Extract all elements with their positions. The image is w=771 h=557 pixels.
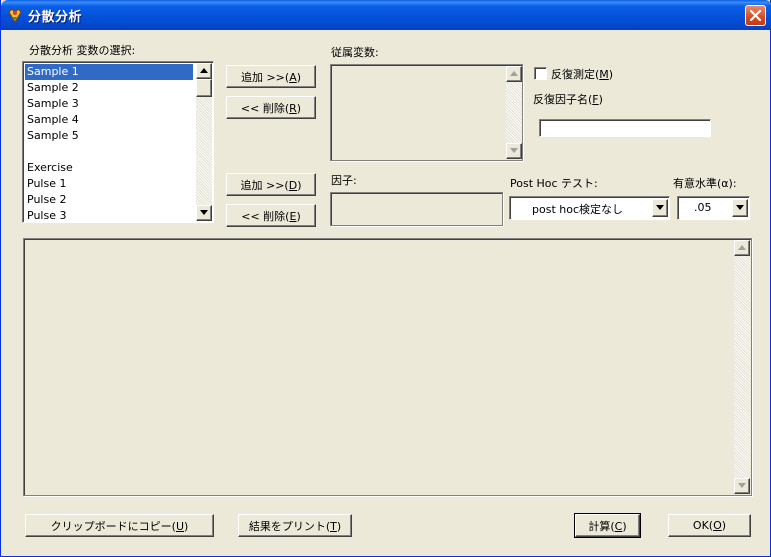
repeated-factor-name-label: 反復因子名(F) — [533, 93, 603, 106]
dependent-label: 従属変数: — [331, 46, 379, 59]
variable-list-scrollbar[interactable] — [196, 63, 212, 221]
remove-factor-button[interactable]: << 削除(E) — [226, 204, 316, 227]
scroll-thumb[interactable] — [196, 79, 212, 97]
copy-to-clipboard-label: クリップボードにコピー(U) — [50, 519, 189, 533]
scroll-down-button[interactable] — [196, 205, 212, 221]
title-bar[interactable]: 分散分析 — [1, 0, 771, 30]
calculate-label: 計算(C) — [588, 519, 627, 533]
dialog-window: 分散分析 分散分析 変数の選択: Sample 1 Sample 2 Sample … — [0, 0, 771, 557]
close-button[interactable] — [745, 5, 766, 26]
alpha-value: .05 — [694, 201, 712, 214]
posthoc-value: post hoc検定なし — [532, 203, 624, 216]
chevron-down-icon — [736, 205, 744, 210]
results-area[interactable] — [23, 238, 752, 496]
add-factor-button[interactable]: 追加 >>(D) — [226, 173, 316, 196]
copy-to-clipboard-button[interactable]: クリップボードにコピー(U) — [25, 514, 214, 537]
list-item[interactable]: Pulse 1 — [25, 176, 193, 192]
variable-listbox[interactable]: Sample 1 Sample 2 Sample 3 Sample 4 Sample 5… — [22, 61, 214, 223]
list-item[interactable]: Sample 1 — [25, 64, 193, 80]
repeated-measures-label: 反復測定(M) — [551, 68, 614, 81]
list-item[interactable]: Exercise — [25, 160, 193, 176]
list-item[interactable]: Sample 2 — [25, 80, 193, 96]
ok-button[interactable]: OK(O) — [668, 514, 751, 537]
close-icon — [750, 10, 761, 21]
variable-select-label: 分散分析 変数の選択: — [29, 44, 136, 57]
print-results-button[interactable]: 結果をプリント(T) — [238, 514, 352, 537]
calculate-button[interactable]: 計算(C) — [574, 513, 641, 538]
posthoc-dropdown-button[interactable] — [652, 199, 668, 217]
results-scroll-up-button[interactable] — [734, 240, 750, 256]
repeated-measures-checkbox[interactable] — [534, 67, 547, 80]
posthoc-label: Post Hoc テスト: — [510, 177, 598, 190]
app-icon — [7, 7, 23, 23]
factor-label: 因子: — [331, 174, 357, 187]
dependent-listbox[interactable] — [330, 64, 523, 161]
list-item[interactable]: Sample 4 — [25, 112, 193, 128]
remove-dependent-button[interactable]: << 削除(R) — [226, 96, 316, 119]
add-dependent-label: 追加 >>(A) — [240, 70, 302, 84]
chevron-down-icon — [656, 205, 664, 210]
alpha-select[interactable]: .05 — [677, 196, 750, 220]
dependent-scroll-down-button[interactable] — [506, 143, 522, 159]
repeated-factor-name-input[interactable] — [539, 119, 711, 137]
dependent-scroll-up-button[interactable] — [506, 66, 522, 82]
alpha-label: 有意水準(α): — [673, 177, 737, 190]
arrow-down-icon — [200, 210, 208, 215]
arrow-down-icon — [510, 148, 518, 153]
list-item[interactable]: Pulse 3 — [25, 208, 193, 222]
window-title: 分散分析 — [28, 10, 83, 25]
posthoc-select[interactable]: post hoc検定なし — [509, 196, 670, 220]
results-scroll-down-button[interactable] — [734, 478, 750, 494]
add-factor-label: 追加 >>(D) — [240, 178, 302, 192]
arrow-up-icon — [200, 68, 208, 73]
arrow-down-icon — [738, 483, 746, 488]
list-item[interactable] — [25, 144, 193, 160]
scroll-up-button[interactable] — [196, 63, 212, 79]
print-results-label: 結果をプリント(T) — [248, 519, 342, 533]
alpha-dropdown-button[interactable] — [732, 199, 748, 217]
factor-listbox[interactable] — [330, 192, 503, 226]
results-scrollbar[interactable] — [734, 240, 750, 494]
list-item[interactable]: Pulse 2 — [25, 192, 193, 208]
arrow-up-icon — [510, 71, 518, 76]
list-item[interactable]: Sample 5 — [25, 128, 193, 144]
dependent-list-scrollbar[interactable] — [506, 66, 522, 159]
remove-factor-label: << 削除(E) — [241, 209, 301, 223]
ok-label: OK(O) — [692, 519, 727, 532]
remove-dependent-label: << 削除(R) — [240, 101, 302, 115]
arrow-up-icon — [738, 245, 746, 250]
list-item[interactable]: Sample 3 — [25, 96, 193, 112]
add-dependent-button[interactable]: 追加 >>(A) — [226, 65, 316, 88]
